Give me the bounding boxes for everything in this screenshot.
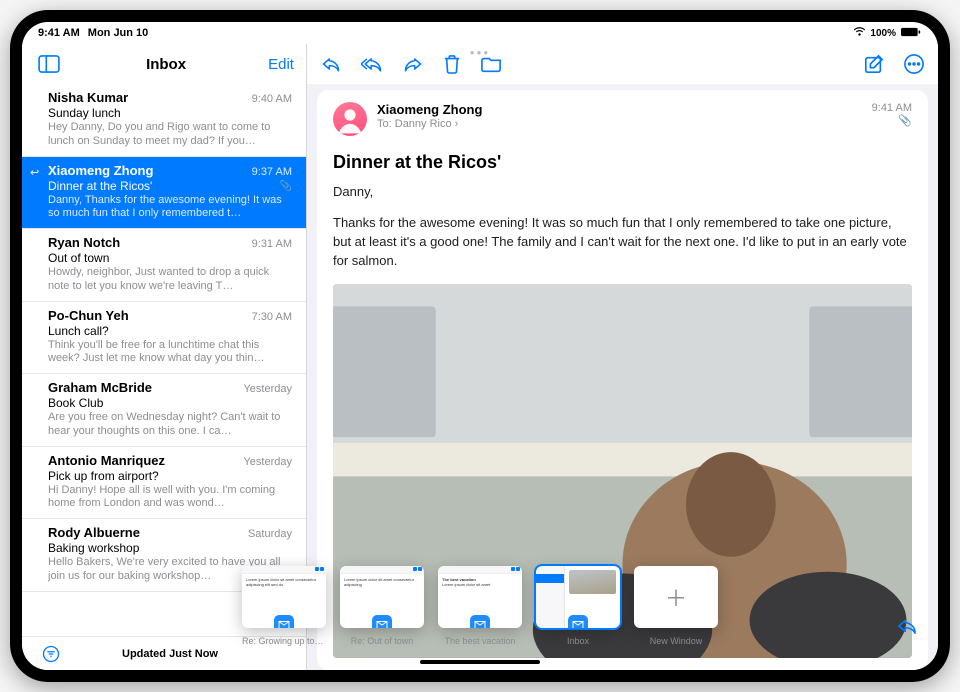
message-time: Saturday (248, 528, 292, 540)
replied-icon: ↩ (30, 166, 39, 179)
message-preview: Think you'll be free for a lunchtime cha… (48, 339, 292, 367)
message-sender: Graham McBride (48, 380, 152, 395)
compose-button[interactable] (864, 54, 884, 74)
message-subject: Dinner at the Ricos' (48, 179, 292, 193)
ipad-frame: 9:41 AM Mon Jun 10 100% ●●● (10, 10, 950, 682)
sidebar-title: Inbox (146, 56, 186, 73)
shelf-label: Re: Growing up too fast! (242, 636, 326, 646)
message-time: 9:37 AM (252, 166, 292, 178)
detail-body: Danny, Thanks for the awesome evening! I… (333, 183, 912, 270)
update-status: Updated Just Now (122, 648, 218, 660)
message-sender: Ryan Notch (48, 235, 120, 250)
attachment-icon: 📎 (280, 181, 292, 192)
attachment-icon: 📎 (898, 114, 912, 127)
forward-button[interactable] (403, 55, 423, 73)
reply-button[interactable] (321, 55, 341, 73)
message-preview: Are you free on Wednesday night? Can't w… (48, 411, 292, 439)
battery-percent: 100% (870, 28, 896, 39)
shelf-window[interactable]: Lorem ipsum dolor sit amet consectetur a… (340, 566, 424, 646)
message-item[interactable]: Ryan Notch 9:31 AM Out of town Howdy, nei… (22, 229, 306, 302)
plus-icon: ＋ (634, 566, 718, 628)
message-preview: Danny, Thanks for the awesome evening! I… (48, 194, 292, 222)
message-sender: Nisha Kumar (48, 90, 128, 105)
reply-all-button[interactable] (361, 55, 383, 73)
to-line[interactable]: To: Danny Rico › (377, 118, 862, 130)
message-sender: Antonio Manriquez (48, 453, 165, 468)
message-preview: Hey Danny, Do you and Rigo want to come … (48, 121, 292, 149)
shelf-label: Inbox (567, 636, 589, 646)
avatar[interactable] (333, 102, 367, 136)
message-preview: Hi Danny! Hope all is well with you. I'm… (48, 484, 292, 512)
reply-shortcut-button[interactable] (896, 617, 918, 640)
detail-time: 9:41 AM (872, 102, 912, 114)
mail-app-icon (568, 615, 588, 628)
app-shelf: Lorem ipsum dolor sit amet consectetur a… (242, 566, 718, 646)
shelf-label: New Window (650, 636, 703, 646)
shelf-window-current[interactable]: Inbox (536, 566, 620, 646)
message-item[interactable]: Po-Chun Yeh 7:30 AM Lunch call? Think you… (22, 302, 306, 375)
message-time: 9:31 AM (252, 238, 292, 250)
message-subject: Out of town (48, 251, 292, 265)
status-date: Mon Jun 10 (88, 27, 149, 39)
status-time: 9:41 AM (38, 27, 80, 39)
message-time: 7:30 AM (252, 311, 292, 323)
message-preview: Howdy, neighbor, Just wanted to drop a q… (48, 266, 292, 294)
message-time: Yesterday (243, 383, 292, 395)
message-subject: Sunday lunch (48, 106, 292, 120)
detail-subject: Dinner at the Ricos' (333, 152, 912, 173)
multitask-dots-icon[interactable]: ●●● (470, 48, 491, 57)
message-item[interactable]: Nisha Kumar 9:40 AM Sunday lunch Hey Dann… (22, 84, 306, 157)
filter-button[interactable] (36, 640, 66, 668)
wifi-icon (853, 27, 866, 40)
message-sender: Po-Chun Yeh (48, 308, 129, 323)
screen: 9:41 AM Mon Jun 10 100% ●●● (22, 22, 938, 670)
shelf-label: Re: Out of town (351, 636, 414, 646)
mailboxes-button[interactable] (34, 50, 64, 78)
message-sender: Xiaomeng Zhong (48, 163, 153, 178)
mail-app-icon (470, 615, 490, 628)
message-item[interactable]: Antonio Manriquez Yesterday Pick up from … (22, 447, 306, 520)
message-time: 9:40 AM (252, 93, 292, 105)
message-subject: Book Club (48, 396, 292, 410)
battery-icon (900, 27, 922, 40)
from-name[interactable]: Xiaomeng Zhong (377, 102, 862, 117)
trash-button[interactable] (443, 54, 461, 74)
detail-toolbar (307, 44, 938, 84)
home-indicator[interactable] (420, 660, 540, 664)
status-bar: 9:41 AM Mon Jun 10 100% (22, 22, 938, 44)
shelf-window[interactable]: Lorem ipsum dolor sit amet consectetur a… (242, 566, 326, 646)
mail-app-icon (274, 615, 294, 628)
shelf-window[interactable]: The best vacationLorem ipsum dolor sit a… (438, 566, 522, 646)
message-item-selected[interactable]: ↩ 📎 Xiaomeng Zhong 9:37 AM Dinner at the … (22, 157, 306, 230)
message-sender: Rody Albuerne (48, 525, 140, 540)
message-item[interactable]: Graham McBride Yesterday Book Club Are yo… (22, 374, 306, 447)
message-subject: Lunch call? (48, 324, 292, 338)
message-time: Yesterday (243, 456, 292, 468)
sidebar-header: Inbox Edit (22, 44, 306, 84)
message-list[interactable]: Nisha Kumar 9:40 AM Sunday lunch Hey Dann… (22, 84, 306, 636)
shelf-new-window[interactable]: ＋ New Window (634, 566, 718, 646)
move-button[interactable] (481, 55, 501, 73)
edit-button[interactable]: Edit (268, 56, 294, 73)
message-subject: Baking workshop (48, 541, 292, 555)
shelf-label: The best vacation (444, 636, 515, 646)
chevron-right-icon: › (455, 118, 459, 130)
mail-app-icon (372, 615, 392, 628)
more-button[interactable] (904, 54, 924, 74)
message-subject: Pick up from airport? (48, 469, 292, 483)
